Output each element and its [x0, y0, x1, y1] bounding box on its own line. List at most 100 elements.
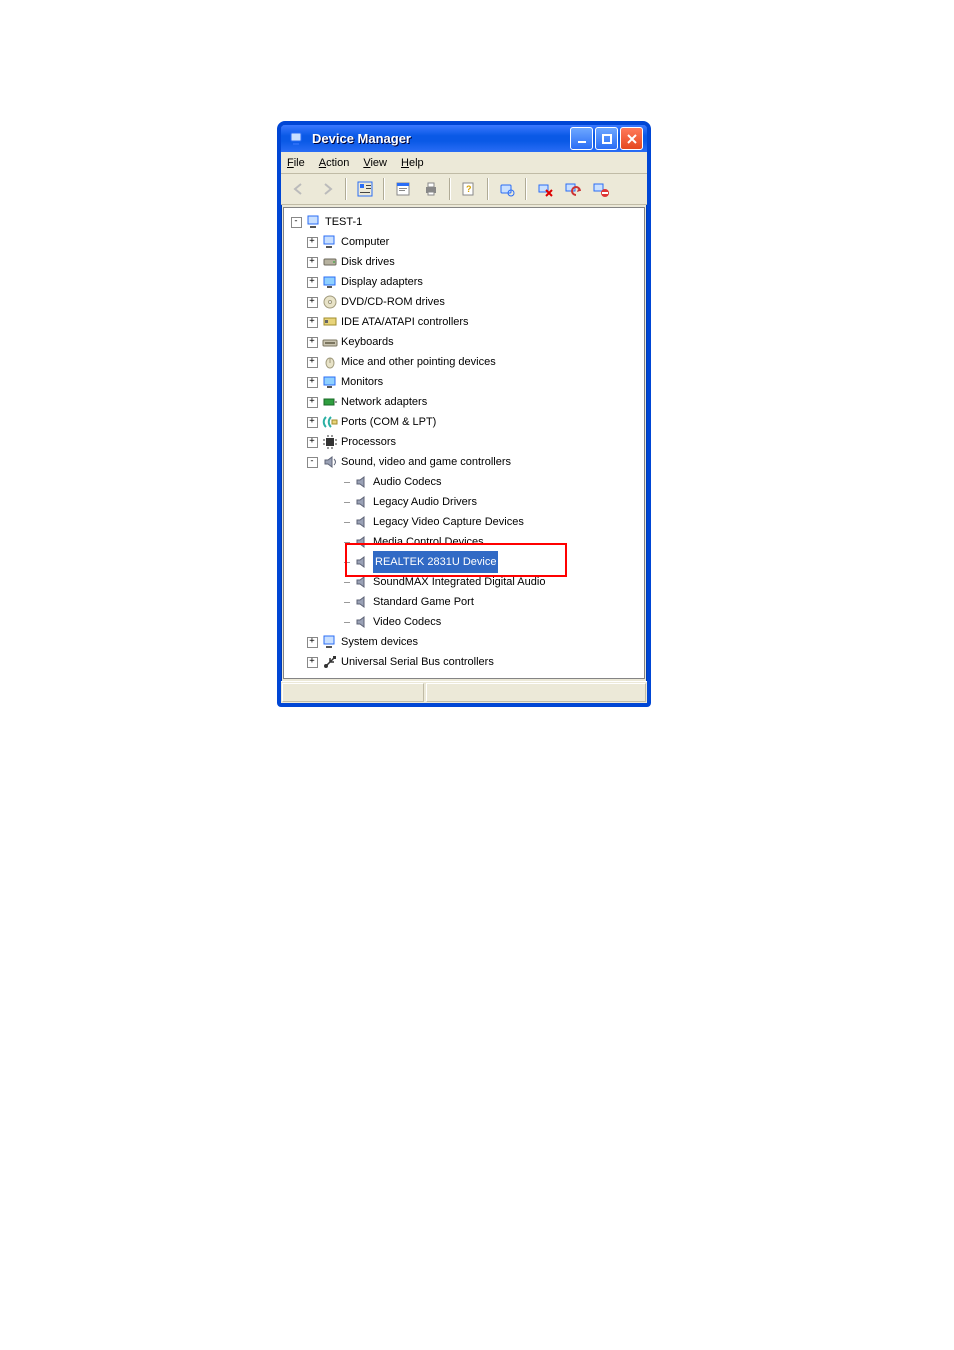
tree-root-label: TEST-1: [325, 212, 362, 232]
menubar: File Action View Help: [281, 152, 647, 174]
tree-connector: [336, 552, 352, 572]
device-manager-icon: [289, 131, 305, 147]
sound-device-icon: [354, 474, 370, 490]
toolbar-separator: [525, 178, 527, 200]
sound-device-icon: [354, 514, 370, 530]
collapse-icon[interactable]: -: [291, 217, 302, 228]
maximize-button[interactable]: [595, 127, 618, 150]
print-button[interactable]: [419, 177, 443, 201]
tree-item-soundmax[interactable]: SoundMAX Integrated Digital Audio: [288, 572, 640, 592]
window-title: Device Manager: [287, 131, 570, 147]
tree-connector: [336, 492, 352, 512]
tree-item-sound-video-game[interactable]: - Sound, video and game controllers: [288, 452, 640, 472]
ports-icon: [322, 414, 338, 430]
menu-view[interactable]: View: [363, 157, 387, 169]
back-button[interactable]: [287, 177, 311, 201]
tree-item-media-control-devices[interactable]: Media Control Devices: [288, 532, 640, 552]
close-button[interactable]: [620, 127, 643, 150]
toolbar: ?: [281, 174, 647, 205]
tree-item-dvd-cdrom[interactable]: + DVD/CD-ROM drives: [288, 292, 640, 312]
sound-device-icon: [354, 534, 370, 550]
expand-icon[interactable]: +: [307, 277, 318, 288]
toolbar-separator: [487, 178, 489, 200]
tree-item-monitors[interactable]: + Monitors: [288, 372, 640, 392]
collapse-icon[interactable]: -: [307, 457, 318, 468]
tree-item-video-codecs[interactable]: Video Codecs: [288, 612, 640, 632]
sound-device-icon: [354, 494, 370, 510]
tree-connector: [336, 572, 352, 592]
expand-icon[interactable]: +: [307, 417, 318, 428]
dvd-icon: [322, 294, 338, 310]
tree-root[interactable]: - TEST-1: [288, 212, 640, 232]
device-tree-panel: - TEST-1 + Computer + Disk drives: [283, 207, 645, 679]
tree-item-system-devices[interactable]: + System devices: [288, 632, 640, 652]
menu-file[interactable]: File: [287, 157, 305, 169]
device-manager-window: Device Manager File Action View Help: [277, 121, 651, 707]
menu-action[interactable]: Action: [319, 157, 350, 169]
expand-icon[interactable]: +: [307, 637, 318, 648]
statusbar: [281, 681, 647, 703]
minimize-button[interactable]: [570, 127, 593, 150]
titlebar[interactable]: Device Manager: [281, 125, 647, 152]
tree-item-display-adapters[interactable]: + Display adapters: [288, 272, 640, 292]
expand-icon[interactable]: +: [307, 337, 318, 348]
tree-item-standard-game-port[interactable]: Standard Game Port: [288, 592, 640, 612]
ide-controller-icon: [322, 314, 338, 330]
statusbar-cell: [282, 683, 424, 702]
usb-icon: [322, 654, 338, 670]
expand-icon[interactable]: +: [307, 397, 318, 408]
statusbar-cell: [426, 683, 646, 702]
expand-icon[interactable]: +: [307, 257, 318, 268]
tree-item-audio-codecs[interactable]: Audio Codecs: [288, 472, 640, 492]
sound-controller-icon: [322, 454, 338, 470]
tree-view-button[interactable]: [353, 177, 377, 201]
tree-item-ports[interactable]: + Ports (COM & LPT): [288, 412, 640, 432]
disk-drive-icon: [322, 254, 338, 270]
tree-item-processors[interactable]: + Processors: [288, 432, 640, 452]
tree-item-keyboards[interactable]: + Keyboards: [288, 332, 640, 352]
sound-device-icon: [354, 614, 370, 630]
menu-help[interactable]: Help: [401, 157, 424, 169]
tree-item-usb-controllers[interactable]: + Universal Serial Bus controllers: [288, 652, 640, 672]
monitor-icon: [322, 374, 338, 390]
expand-icon[interactable]: +: [307, 317, 318, 328]
expand-icon[interactable]: +: [307, 297, 318, 308]
toolbar-separator: [449, 178, 451, 200]
tree-connector: [336, 592, 352, 612]
tree-item-mice[interactable]: + Mice and other pointing devices: [288, 352, 640, 372]
tree-connector: [336, 612, 352, 632]
tree-connector: [336, 512, 352, 532]
computer-root-icon: [306, 214, 322, 230]
tree-item-legacy-audio-drivers[interactable]: Legacy Audio Drivers: [288, 492, 640, 512]
system-device-icon: [322, 634, 338, 650]
disable-button[interactable]: [589, 177, 613, 201]
tree-item-ide-controllers[interactable]: + IDE ATA/ATAPI controllers: [288, 312, 640, 332]
tree-item-realtek-2831u[interactable]: REALTEK 2831U Device: [288, 552, 640, 572]
expand-icon[interactable]: +: [307, 657, 318, 668]
tree-item-legacy-video-capture[interactable]: Legacy Video Capture Devices: [288, 512, 640, 532]
network-adapter-icon: [322, 394, 338, 410]
keyboard-icon: [322, 334, 338, 350]
tree-item-network-adapters[interactable]: + Network adapters: [288, 392, 640, 412]
expand-icon[interactable]: +: [307, 357, 318, 368]
expand-icon[interactable]: +: [307, 437, 318, 448]
scan-hardware-button[interactable]: [495, 177, 519, 201]
sound-device-icon: [354, 574, 370, 590]
toolbar-separator: [345, 178, 347, 200]
computer-icon: [322, 234, 338, 250]
svg-text:?: ?: [466, 184, 472, 194]
sound-device-icon: [354, 594, 370, 610]
device-tree[interactable]: - TEST-1 + Computer + Disk drives: [284, 208, 644, 676]
uninstall-button[interactable]: [533, 177, 557, 201]
tree-item-computer[interactable]: + Computer: [288, 232, 640, 252]
update-driver-button[interactable]: [561, 177, 585, 201]
tree-item-disk-drives[interactable]: + Disk drives: [288, 252, 640, 272]
properties-button[interactable]: [391, 177, 415, 201]
display-adapter-icon: [322, 274, 338, 290]
processor-icon: [322, 434, 338, 450]
forward-button[interactable]: [315, 177, 339, 201]
expand-icon[interactable]: +: [307, 377, 318, 388]
expand-icon[interactable]: +: [307, 237, 318, 248]
help-button[interactable]: ?: [457, 177, 481, 201]
tree-connector: [336, 472, 352, 492]
